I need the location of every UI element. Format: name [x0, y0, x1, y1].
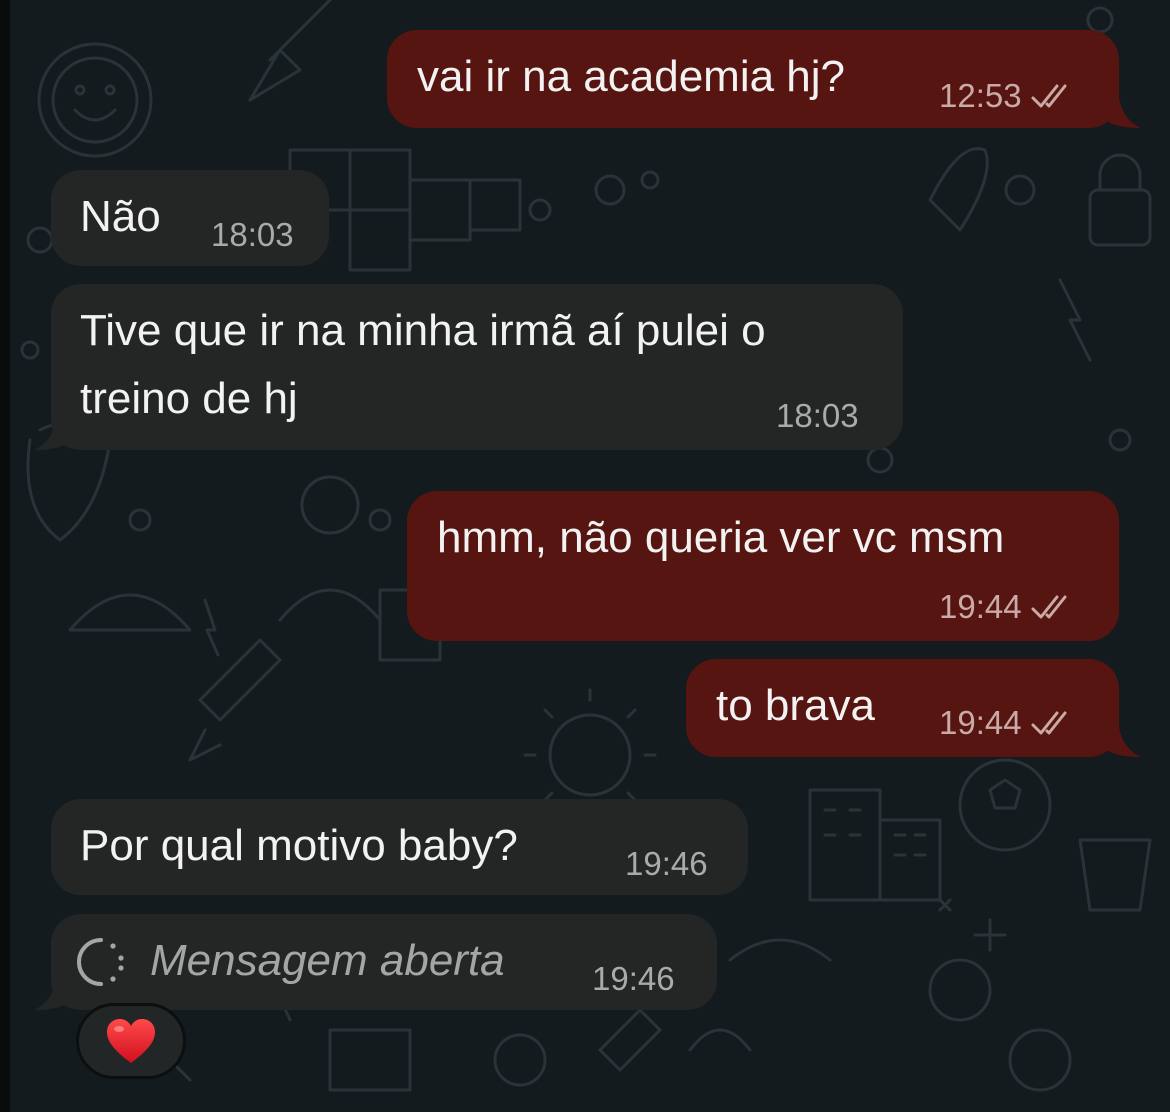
message-meta: 18:03 [211, 215, 294, 255]
chat-area[interactable]: vai ir na academia hj? 12:53 Não 18:03 T… [0, 0, 1170, 1112]
double-check-read-icon [1031, 711, 1067, 735]
message-text: vai ir na academia hj? [417, 52, 846, 101]
message-bubble-incoming[interactable]: Tive que ir na minha irmã aí pulei o tre… [51, 284, 903, 450]
bubble-tail [34, 420, 72, 450]
double-check-read-icon [1031, 84, 1067, 108]
message-text: hmm, não queria ver vc msm [437, 513, 1005, 562]
message-bubble-incoming[interactable]: Não 18:03 [51, 170, 329, 266]
message-text: Mensagem aberta [150, 936, 505, 985]
message-meta: 19:44 [939, 587, 1080, 627]
bubble-tail [1103, 727, 1141, 757]
message-time: 18:03 [776, 397, 859, 434]
message-reaction[interactable] [76, 1003, 186, 1079]
message-text-line-2: treino de hj [80, 374, 298, 423]
message-time: 18:03 [211, 216, 294, 253]
message-time: 19:44 [939, 588, 1022, 625]
message-bubble-view-once[interactable]: Mensagem aberta 19:46 [51, 914, 717, 1010]
message-text: to brava [716, 681, 875, 730]
double-check-read-icon [1031, 595, 1067, 619]
message-bubble-outgoing[interactable]: vai ir na academia hj? 12:53 [387, 30, 1119, 128]
message-meta: 18:03 [776, 396, 859, 436]
message-time: 12:53 [939, 77, 1022, 114]
message-time: 19:46 [625, 845, 708, 882]
message-text: Por qual motivo baby? [80, 821, 518, 870]
message-text: Não [80, 192, 161, 241]
message-bubble-incoming[interactable]: Por qual motivo baby? 19:46 [51, 799, 748, 895]
message-bubble-outgoing[interactable]: hmm, não queria ver vc msm 19:44 [407, 491, 1119, 641]
message-time: 19:46 [592, 960, 675, 997]
bubble-tail [1103, 98, 1141, 128]
message-meta: 19:46 [592, 959, 675, 999]
message-meta: 19:44 [939, 703, 1080, 743]
message-meta: 12:53 [939, 76, 1080, 116]
window-edge [0, 0, 10, 1112]
red-heart-icon [107, 1019, 155, 1063]
message-meta: 19:46 [625, 844, 708, 884]
message-time: 19:44 [939, 704, 1022, 741]
bubble-tail [34, 980, 72, 1010]
view-once-opened-icon [77, 938, 124, 986]
message-text-line-1: Tive que ir na minha irmã aí pulei o [80, 306, 766, 355]
message-bubble-outgoing[interactable]: to brava 19:44 [686, 659, 1119, 757]
